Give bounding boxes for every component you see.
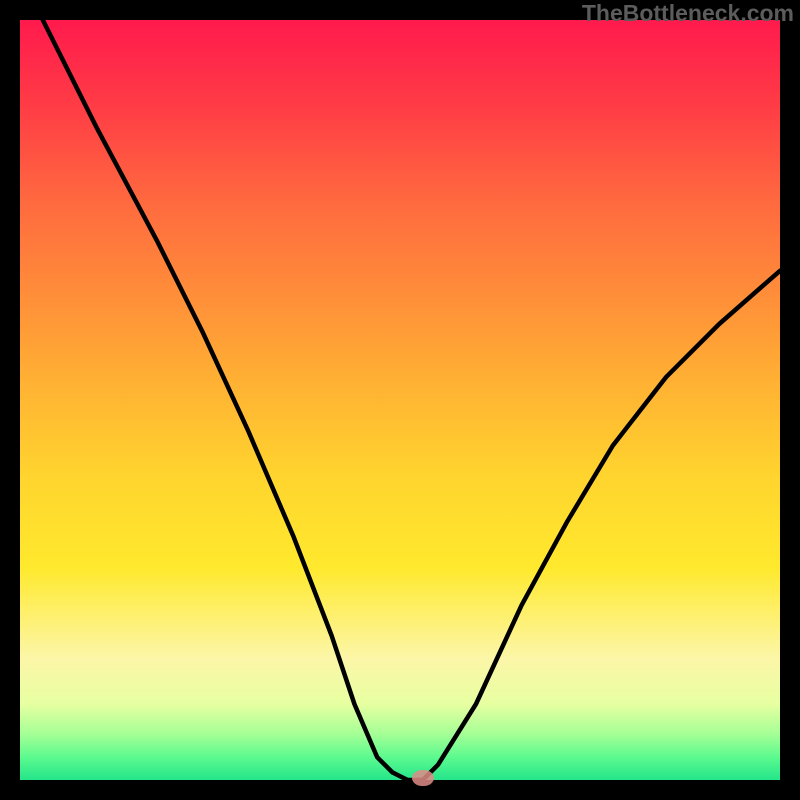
watermark-text: TheBottleneck.com xyxy=(582,0,794,27)
curve-path xyxy=(43,20,780,780)
optimal-point-marker xyxy=(412,770,434,786)
bottleneck-curve xyxy=(20,20,780,780)
gradient-plot-area xyxy=(20,20,780,780)
